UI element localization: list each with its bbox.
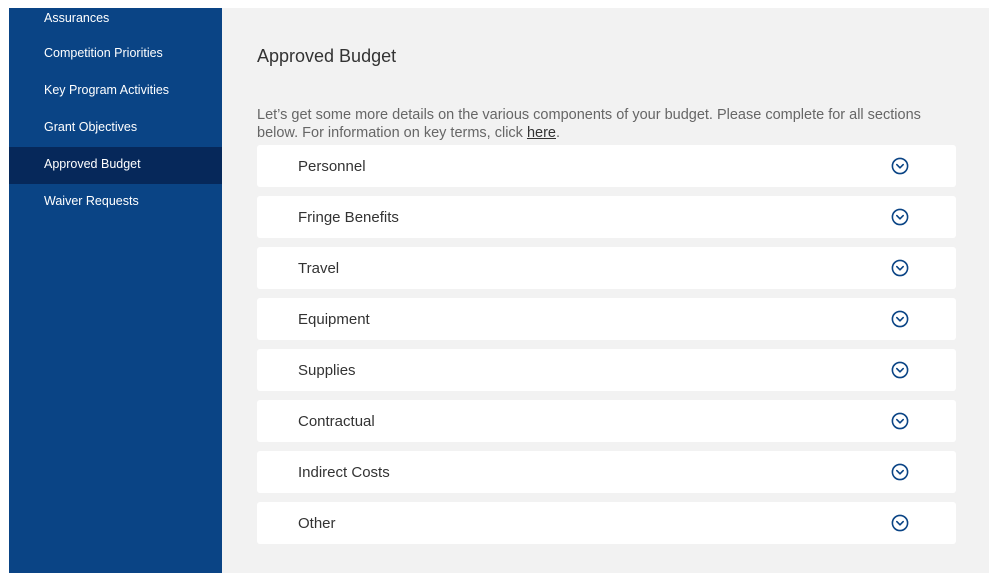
accordion-section-label: Supplies [298,361,356,379]
accordion-section-equipment[interactable]: Equipment [257,298,956,340]
chevron-down-circle-icon[interactable] [890,411,910,431]
accordion-section-travel[interactable]: Travel [257,247,956,289]
sidebar-item-approved-budget[interactable]: Approved Budget [9,147,222,184]
chevron-down-circle-icon[interactable] [890,513,910,533]
accordion-section-personnel[interactable]: Personnel [257,145,956,187]
sidebar-item-competition-priorities[interactable]: Competition Priorities [9,36,222,73]
chevron-down-circle-icon[interactable] [890,360,910,380]
sidebar-item-grant-objectives[interactable]: Grant Objectives [9,110,222,147]
accordion-section-other[interactable]: Other [257,502,956,544]
chevron-down-circle-icon[interactable] [890,462,910,482]
sidebar-item-key-program-activities[interactable]: Key Program Activities [9,73,222,110]
chevron-down-circle-icon[interactable] [890,258,910,278]
accordion-section-indirect-costs[interactable]: Indirect Costs [257,451,956,493]
accordion-section-label: Indirect Costs [298,463,390,481]
accordion-section-fringe-benefits[interactable]: Fringe Benefits [257,196,956,238]
key-terms-link[interactable]: here [527,125,556,141]
accordion-section-label: Contractual [298,412,375,430]
chevron-down-circle-icon[interactable] [890,207,910,227]
page-title: Approved Budget [257,46,397,66]
app-frame: Assurances Competition Priorities Key Pr… [9,8,989,573]
accordion-section-contractual[interactable]: Contractual [257,400,956,442]
accordion-section-label: Personnel [298,157,366,175]
sidebar-item-assurances[interactable]: Assurances [9,2,222,36]
main-content: Approved Budget Let’s get some more deta… [222,8,989,573]
intro-paragraph: Let’s get some more details on the vario… [257,106,937,142]
accordion-section-label: Fringe Benefits [298,208,399,226]
accordion-section-label: Equipment [298,310,370,328]
intro-text: Let’s get some more details on the vario… [257,107,921,141]
chevron-down-circle-icon[interactable] [890,156,910,176]
accordion-section-label: Other [298,514,336,532]
budget-sections: Personnel Fringe Benefits Travel Equipment S… [257,145,956,544]
accordion-section-supplies[interactable]: Supplies [257,349,956,391]
sidebar-nav: Assurances Competition Priorities Key Pr… [9,8,222,573]
sidebar-item-waiver-requests[interactable]: Waiver Requests [9,184,222,221]
chevron-down-circle-icon[interactable] [890,309,910,329]
intro-end: . [556,125,561,141]
accordion-section-label: Travel [298,259,340,277]
